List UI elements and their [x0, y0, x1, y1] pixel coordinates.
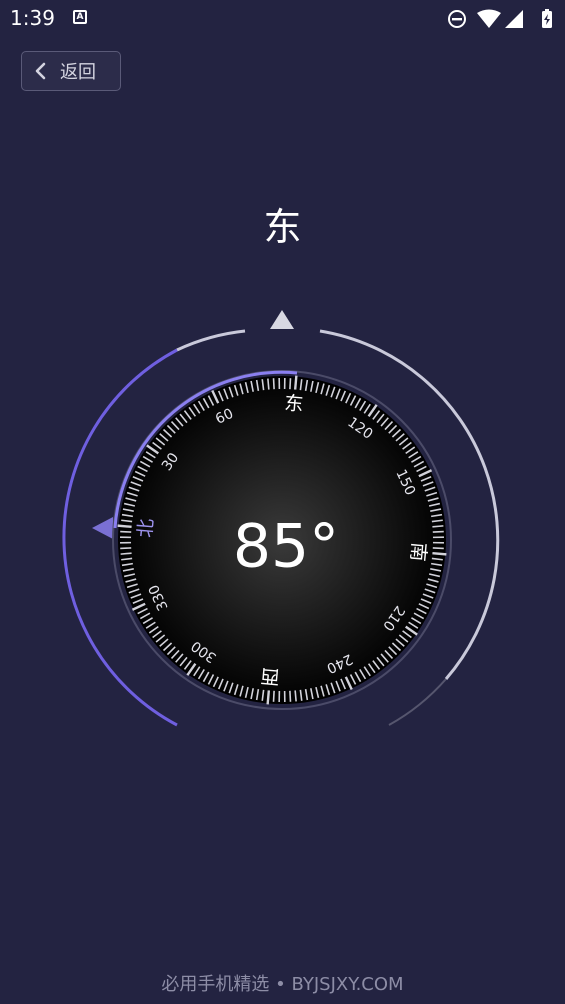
- dial-tick: [267, 378, 270, 390]
- dial-tick: [120, 547, 132, 550]
- dial-tick: [120, 552, 132, 555]
- dial-tick: [432, 547, 444, 550]
- do-not-disturb-icon: [448, 10, 466, 28]
- dial-tick: [294, 690, 297, 702]
- dial-tick: [120, 530, 132, 533]
- dial-cardinal-label: 南: [406, 541, 430, 562]
- dial-tick: [272, 378, 275, 390]
- status-time: 1:39: [10, 6, 55, 30]
- dial-tick: [293, 375, 298, 390]
- battery-charging-icon: [542, 9, 552, 28]
- heading-degrees: 85°: [233, 512, 339, 582]
- back-button[interactable]: 返回: [21, 51, 121, 91]
- dial-cardinal-label: 北: [134, 518, 158, 539]
- dial-cardinal-label: 东: [283, 392, 304, 416]
- wifi-icon: [477, 9, 501, 28]
- dial-tick: [432, 530, 444, 533]
- back-label: 返回: [60, 62, 96, 83]
- heading-pointer-icon: [270, 310, 294, 329]
- outer-ring-left-top: [176, 329, 246, 352]
- dial-tick: [117, 524, 132, 529]
- dial-cardinal-label: 西: [260, 664, 281, 688]
- dial-tick: [432, 525, 444, 528]
- watermark-footer: 必用手机精选 • BYJSJXY.COM: [161, 974, 404, 995]
- dial-tick: [289, 690, 292, 702]
- dial-tick: [432, 551, 447, 556]
- compass: 3060 120150210240300330北东南西 85°: [62, 310, 500, 727]
- status-bar: 1:39 A: [0, 0, 565, 38]
- signal-icon: [505, 10, 523, 28]
- status-icons: [447, 8, 557, 30]
- dial-tick: [289, 378, 292, 390]
- chevron-left-icon: [35, 62, 46, 80]
- direction-title: 东: [263, 205, 302, 249]
- dial-tick: [272, 690, 275, 702]
- north-marker-icon: [92, 517, 113, 539]
- dial-tick: [266, 690, 271, 705]
- a-app-icon: A: [73, 10, 87, 24]
- outer-ring-right-fade: [388, 678, 447, 726]
